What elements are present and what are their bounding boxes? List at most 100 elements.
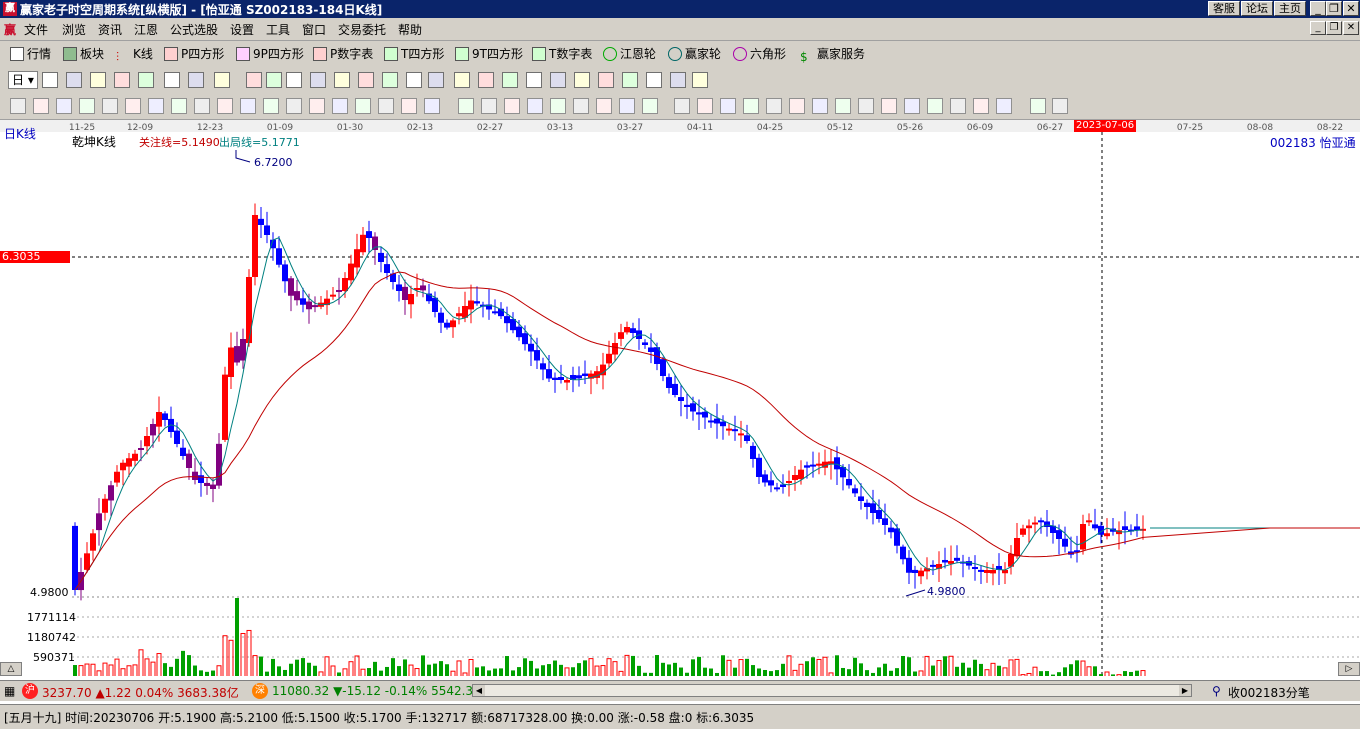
menu-file[interactable]: 文件 bbox=[24, 21, 48, 38]
draw-tool-16-icon[interactable] bbox=[355, 98, 371, 114]
draw-tool-43-icon[interactable] bbox=[996, 98, 1012, 114]
draw-tool-19-icon[interactable] bbox=[424, 98, 440, 114]
chart-tool-6-icon[interactable] bbox=[164, 72, 180, 88]
draw-tool-25-icon[interactable] bbox=[573, 98, 589, 114]
draw-tool-37-icon[interactable] bbox=[858, 98, 874, 114]
sector-button[interactable]: 板块 bbox=[63, 45, 104, 63]
period-select[interactable]: 日 ▾ bbox=[8, 71, 38, 89]
p-square-button[interactable]: P四方形 bbox=[164, 45, 224, 63]
service-button[interactable]: 客服 bbox=[1208, 1, 1240, 16]
chart-tool-3-icon[interactable] bbox=[90, 72, 106, 88]
chart-tool-25-icon[interactable] bbox=[622, 72, 638, 88]
draw-tool-8-icon[interactable] bbox=[171, 98, 187, 114]
mdi-restore-icon[interactable]: ❐ bbox=[1326, 21, 1342, 35]
mdi-minimize-icon[interactable]: _ bbox=[1310, 21, 1326, 35]
kline-button[interactable]: ⫶ K线 bbox=[116, 45, 153, 64]
draw-tool-38-icon[interactable] bbox=[881, 98, 897, 114]
draw-tool-44-icon[interactable] bbox=[1030, 98, 1046, 114]
chart-tool-11-icon[interactable] bbox=[286, 72, 302, 88]
draw-tool-17-icon[interactable] bbox=[378, 98, 394, 114]
chart-tool-2-icon[interactable] bbox=[66, 72, 82, 88]
draw-tool-18-icon[interactable] bbox=[401, 98, 417, 114]
restore-icon[interactable]: ❐ bbox=[1326, 1, 1342, 16]
p-table-button[interactable]: P数字表 bbox=[313, 45, 373, 63]
draw-tool-9-icon[interactable] bbox=[194, 98, 210, 114]
chart-tool-8-icon[interactable] bbox=[214, 72, 230, 88]
draw-tool-7-icon[interactable] bbox=[148, 98, 164, 114]
chart-tool-24-icon[interactable] bbox=[598, 72, 614, 88]
winner-service-button[interactable]: $ 赢家服务 bbox=[800, 45, 865, 64]
chart-tool-15-icon[interactable] bbox=[382, 72, 398, 88]
menu-settings[interactable]: 设置 bbox=[230, 21, 254, 38]
9p-square-button[interactable]: 9P四方形 bbox=[236, 45, 304, 63]
9t-square-button[interactable]: 9T四方形 bbox=[455, 45, 523, 63]
draw-tool-45-icon[interactable] bbox=[1052, 98, 1068, 114]
draw-tool-20-icon[interactable] bbox=[458, 98, 474, 114]
draw-tool-13-icon[interactable] bbox=[286, 98, 302, 114]
draw-tool-32-icon[interactable] bbox=[743, 98, 759, 114]
menu-browse[interactable]: 浏览 bbox=[62, 21, 86, 38]
chart-tool-4-icon[interactable] bbox=[114, 72, 130, 88]
menu-news[interactable]: 资讯 bbox=[98, 21, 122, 38]
draw-tool-39-icon[interactable] bbox=[904, 98, 920, 114]
draw-tool-1-icon[interactable] bbox=[10, 98, 26, 114]
t-table-button[interactable]: T数字表 bbox=[532, 45, 592, 63]
draw-tool-12-icon[interactable] bbox=[263, 98, 279, 114]
draw-tool-15-icon[interactable] bbox=[332, 98, 348, 114]
draw-tool-28-icon[interactable] bbox=[642, 98, 658, 114]
close-icon[interactable]: ✕ bbox=[1343, 1, 1359, 16]
draw-tool-21-icon[interactable] bbox=[481, 98, 497, 114]
draw-tool-6-icon[interactable] bbox=[125, 98, 141, 114]
home-button[interactable]: 主页 bbox=[1274, 1, 1306, 16]
chart-tool-13-icon[interactable] bbox=[334, 72, 350, 88]
chart-tool-1-icon[interactable] bbox=[42, 72, 58, 88]
draw-tool-31-icon[interactable] bbox=[720, 98, 736, 114]
draw-tool-42-icon[interactable] bbox=[973, 98, 989, 114]
chart-tool-28-icon[interactable] bbox=[692, 72, 708, 88]
scroll-right-icon[interactable]: ▷ bbox=[1338, 662, 1360, 676]
draw-tool-35-icon[interactable] bbox=[812, 98, 828, 114]
draw-tool-2-icon[interactable] bbox=[33, 98, 49, 114]
draw-tool-26-icon[interactable] bbox=[596, 98, 612, 114]
draw-tool-33-icon[interactable] bbox=[766, 98, 782, 114]
chart-tool-14-icon[interactable] bbox=[358, 72, 374, 88]
kline-chart[interactable]: 11-25 12-09 12-23 01-09 01-30 02-13 02-27 03-13… bbox=[0, 120, 1360, 676]
table-icon[interactable]: ▦ bbox=[4, 684, 15, 698]
chart-tool-20-icon[interactable] bbox=[502, 72, 518, 88]
draw-tool-11-icon[interactable] bbox=[240, 98, 256, 114]
chart-tool-21-icon[interactable] bbox=[526, 72, 542, 88]
draw-tool-5-icon[interactable] bbox=[102, 98, 118, 114]
chart-tool-17-icon[interactable] bbox=[428, 72, 444, 88]
hexagon-button[interactable]: 六角形 bbox=[733, 45, 786, 63]
quotes-button[interactable]: 行情 bbox=[10, 45, 51, 63]
forum-button[interactable]: 论坛 bbox=[1241, 1, 1273, 16]
chart-tool-19-icon[interactable] bbox=[478, 72, 494, 88]
menu-gann[interactable]: 江恩 bbox=[134, 21, 158, 38]
chart-tool-18-icon[interactable] bbox=[454, 72, 470, 88]
chart-tool-26-icon[interactable] bbox=[646, 72, 662, 88]
horizontal-scrollbar[interactable]: ◀ ▶ bbox=[472, 684, 1192, 697]
draw-tool-4-icon[interactable] bbox=[79, 98, 95, 114]
t-square-button[interactable]: T四方形 bbox=[384, 45, 444, 63]
menu-help[interactable]: 帮助 bbox=[398, 21, 422, 38]
winner-wheel-button[interactable]: 赢家轮 bbox=[668, 45, 721, 63]
chart-tool-22-icon[interactable] bbox=[550, 72, 566, 88]
draw-tool-29-icon[interactable] bbox=[674, 98, 690, 114]
chart-tool-9-icon[interactable] bbox=[246, 72, 262, 88]
draw-tool-24-icon[interactable] bbox=[550, 98, 566, 114]
draw-tool-36-icon[interactable] bbox=[835, 98, 851, 114]
minimize-icon[interactable]: _ bbox=[1310, 1, 1326, 16]
chart-tool-27-icon[interactable] bbox=[670, 72, 686, 88]
gann-wheel-button[interactable]: 江恩轮 bbox=[603, 45, 656, 63]
draw-tool-34-icon[interactable] bbox=[789, 98, 805, 114]
menu-app-icon[interactable]: 赢 bbox=[4, 21, 16, 38]
draw-tool-14-icon[interactable] bbox=[309, 98, 325, 114]
draw-tool-27-icon[interactable] bbox=[619, 98, 635, 114]
draw-tool-23-icon[interactable] bbox=[527, 98, 543, 114]
tick-detail-link[interactable]: 收002183分笔 bbox=[1228, 684, 1310, 701]
draw-tool-30-icon[interactable] bbox=[697, 98, 713, 114]
chart-tool-10-icon[interactable] bbox=[266, 72, 282, 88]
draw-tool-40-icon[interactable] bbox=[927, 98, 943, 114]
scroll-right-arrow-icon[interactable]: ▶ bbox=[1179, 685, 1191, 696]
menu-trade[interactable]: 交易委托 bbox=[338, 21, 386, 38]
